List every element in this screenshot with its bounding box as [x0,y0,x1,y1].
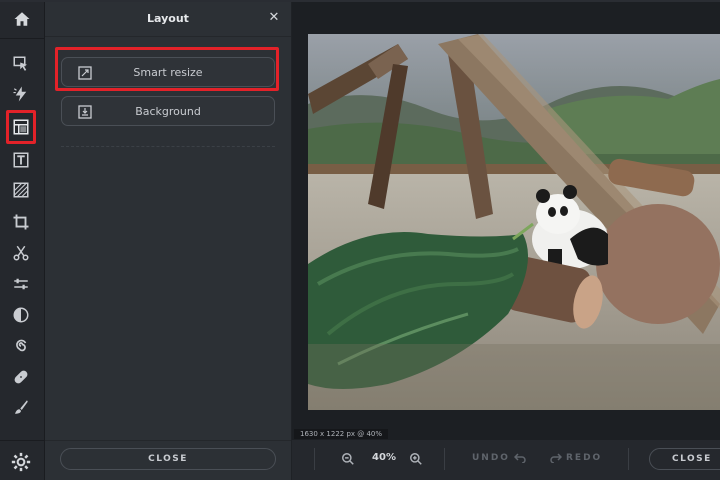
contrast-icon [13,307,29,323]
sliders-icon [14,278,28,290]
home-button[interactable] [0,2,44,36]
select-tool-button[interactable] [6,50,36,78]
zoom-in-button[interactable] [408,451,424,467]
zoom-out-button[interactable] [340,451,356,467]
layout-panel: Layout ✕ Smart resize Background CLOSE [45,2,291,480]
filters-tool-button[interactable] [6,270,36,298]
home-icon [14,12,30,26]
redo-label: REDO [566,453,603,463]
scissors-icon [13,245,29,261]
panel-title: Layout [147,11,189,25]
panel-close-button[interactable]: ✕ [267,9,281,25]
undo-icon [513,453,526,463]
undo-button[interactable]: UNDO [472,453,526,463]
background-icon [78,105,92,119]
zoom-out-icon [342,453,354,465]
text-tool-button[interactable] [6,146,36,174]
smart-resize-label: Smart resize [133,65,203,79]
photo-canvas[interactable] [308,34,720,410]
redo-icon [550,453,562,463]
adjust-tool-button[interactable] [6,80,36,108]
close-icon: ✕ [268,9,280,25]
layout-tool-button[interactable] [6,110,36,144]
panda-photo [308,34,720,410]
contrast-tool-button[interactable] [6,301,36,329]
panel-divider [45,36,291,37]
smart-resize-button[interactable]: Smart resize [61,57,275,87]
sidebar-divider [0,38,44,39]
canvas-area[interactable]: 1630 x 1222 px @ 40% [292,2,720,440]
toolbar-divider [628,448,629,470]
cut-tool-button[interactable] [6,239,36,267]
bottom-toolbar: 40% UNDO REDO CLOSE [292,440,720,480]
sidebar-divider [0,440,44,441]
brush-tool-button[interactable] [6,393,36,421]
background-label: Background [135,104,201,118]
texture-icon [13,182,29,198]
zoom-in-icon [410,453,422,465]
brush-icon [15,400,28,414]
background-button[interactable]: Background [61,96,275,126]
toolbar-divider [314,448,315,470]
smart-resize-icon [78,66,92,80]
undo-label: UNDO [472,453,510,463]
swirl-icon [16,339,27,352]
texture-tool-button[interactable] [6,176,36,204]
settings-button[interactable] [7,448,35,476]
panel-divider-dotted [61,146,275,147]
layout-icon [13,119,29,135]
redo-button[interactable]: REDO [550,453,602,463]
crop-tool-button[interactable] [6,208,36,236]
crop-icon [13,214,29,230]
panel-divider [45,440,291,441]
panel-close-text-button[interactable]: CLOSE [60,448,276,470]
image-info: 1630 x 1222 px @ 40% [294,429,389,439]
bottom-close-button[interactable]: CLOSE [649,448,720,470]
cursor-icon [13,56,27,71]
tool-sidebar [0,2,45,480]
bandage-icon [14,370,28,384]
text-icon [13,152,29,168]
gear-icon [11,452,31,472]
toolbar-divider [444,448,445,470]
swirl-tool-button[interactable] [6,332,36,360]
heal-tool-button[interactable] [6,363,36,391]
zoom-level[interactable]: 40% [366,452,402,463]
lightning-icon [13,86,27,102]
